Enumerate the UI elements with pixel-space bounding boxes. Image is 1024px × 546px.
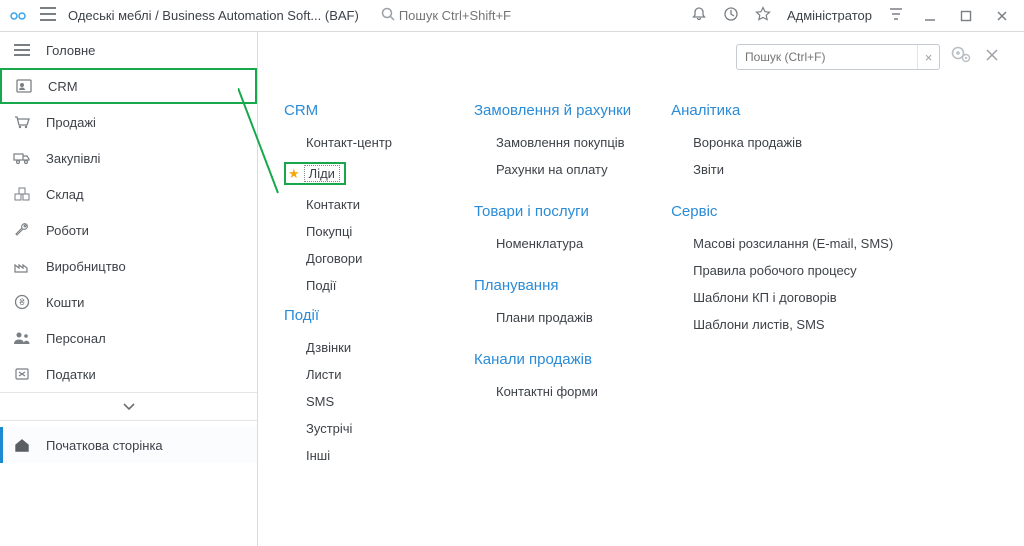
clear-search-button[interactable]: ×	[917, 45, 939, 69]
window-minimize-button[interactable]	[916, 6, 944, 26]
sidebar-item-crm[interactable]: CRM	[0, 68, 257, 104]
sidebar-item-purchase[interactable]: Закупівлі	[0, 140, 257, 176]
money-icon: ₴	[12, 294, 32, 310]
sidebar-item-label: Персонал	[46, 331, 106, 346]
menu-item-leads-wrapper: ★ Ліди	[284, 156, 434, 191]
crm-menu-panel: × CRM Контакт-центр ★ Ліди Контак	[258, 32, 1024, 546]
app-logo	[8, 8, 28, 24]
filter-icon[interactable]	[884, 7, 908, 24]
boxes-icon	[12, 187, 32, 201]
group-title-crm[interactable]: CRM	[284, 102, 434, 119]
menu-item-letter-templates[interactable]: Шаблони листів, SMS	[671, 311, 893, 338]
group-title-orders[interactable]: Замовлення й рахунки	[474, 102, 631, 119]
cart-icon	[12, 115, 32, 129]
sidebar-item-start-page[interactable]: Початкова сторінка	[0, 427, 257, 463]
home-menu-icon	[12, 43, 32, 57]
menu-item-leads[interactable]: ★ Ліди	[284, 162, 346, 185]
main-menu-icon[interactable]	[36, 5, 60, 26]
truck-icon	[12, 151, 32, 165]
group-title-events[interactable]: Події	[284, 307, 434, 324]
menu-item-contacts[interactable]: Контакти	[284, 191, 434, 218]
menu-columns: CRM Контакт-центр ★ Ліди Контакти Покупц…	[284, 94, 1002, 469]
titlebar-search[interactable]	[381, 7, 569, 24]
panel-toolbar: ×	[284, 44, 1002, 70]
gear-icon[interactable]	[948, 45, 974, 69]
sidebar-collapse-toggle[interactable]	[0, 392, 257, 421]
menu-item-sales-funnel[interactable]: Воронка продажів	[671, 129, 893, 156]
group-title-planning[interactable]: Планування	[474, 277, 631, 294]
user-label[interactable]: Адміністратор	[787, 8, 872, 23]
menu-item-contact-forms[interactable]: Контактні форми	[474, 378, 631, 405]
menu-item-contracts[interactable]: Договори	[284, 245, 434, 272]
menu-item-sales-plans[interactable]: Плани продажів	[474, 304, 631, 331]
menu-column-3: Аналітика Воронка продажів Звіти Сервіс …	[671, 94, 893, 469]
menu-item-customers[interactable]: Покупці	[284, 218, 434, 245]
star-icon[interactable]	[751, 6, 775, 25]
crm-icon	[14, 79, 34, 93]
factory-icon	[12, 259, 32, 273]
sidebar-item-manufacturing[interactable]: Виробництво	[0, 248, 257, 284]
sidebar-item-money[interactable]: ₴ Кошти	[0, 284, 257, 320]
menu-item-sms[interactable]: SMS	[284, 388, 434, 415]
titlebar: Одеські меблі / Business Automation Soft…	[0, 0, 1024, 32]
menu-item-other[interactable]: Інші	[284, 442, 434, 469]
search-icon	[381, 7, 395, 24]
panel-search-input[interactable]	[737, 50, 917, 64]
panel-search[interactable]: ×	[736, 44, 940, 70]
sidebar-item-label: Кошти	[46, 295, 84, 310]
menu-item-contact-center[interactable]: Контакт-центр	[284, 129, 434, 156]
menu-item-quote-templates[interactable]: Шаблони КП і договорів	[671, 284, 893, 311]
sidebar-item-label: Роботи	[46, 223, 89, 238]
sidebar-item-label: Початкова сторінка	[46, 438, 163, 453]
people-icon	[12, 331, 32, 345]
titlebar-search-input[interactable]	[399, 8, 569, 23]
menu-column-2: Замовлення й рахунки Замовлення покупців…	[474, 94, 631, 469]
menu-item-mass-mailing[interactable]: Масові розсилання (E-mail, SMS)	[671, 230, 893, 257]
group-title-channels[interactable]: Канали продажів	[474, 351, 631, 368]
tax-icon	[12, 367, 32, 381]
sidebar-item-label: Склад	[46, 187, 84, 202]
history-icon[interactable]	[719, 6, 743, 25]
menu-item-nomenclature[interactable]: Номенклатура	[474, 230, 631, 257]
close-panel-button[interactable]	[982, 48, 1002, 66]
sidebar-item-personnel[interactable]: Персонал	[0, 320, 257, 356]
app-title: Одеські меблі / Business Automation Soft…	[68, 8, 359, 23]
sidebar: Головне CRM Продажі Закупівлі Склад Робо…	[0, 32, 258, 546]
menu-item-reports[interactable]: Звіти	[671, 156, 893, 183]
window-maximize-button[interactable]	[952, 6, 980, 26]
home-icon	[12, 438, 32, 452]
sidebar-item-label: Головне	[46, 43, 95, 58]
menu-item-customer-orders[interactable]: Замовлення покупців	[474, 129, 631, 156]
sidebar-item-label: Закупівлі	[46, 151, 100, 166]
sidebar-item-label: CRM	[48, 79, 78, 94]
menu-column-1: CRM Контакт-центр ★ Ліди Контакти Покупц…	[284, 94, 434, 469]
menu-item-calls[interactable]: Дзвінки	[284, 334, 434, 361]
menu-item-invoices[interactable]: Рахунки на оплату	[474, 156, 631, 183]
favorite-star-icon: ★	[288, 166, 300, 182]
sidebar-item-label: Продажі	[46, 115, 96, 130]
sidebar-item-label: Виробництво	[46, 259, 126, 274]
group-title-service[interactable]: Сервіс	[671, 203, 893, 220]
sidebar-item-home[interactable]: Головне	[0, 32, 257, 68]
window-close-button[interactable]	[988, 6, 1016, 26]
menu-item-leads-label: Ліди	[304, 165, 340, 182]
menu-item-letters[interactable]: Листи	[284, 361, 434, 388]
sidebar-item-sales[interactable]: Продажі	[0, 104, 257, 140]
svg-text:₴: ₴	[19, 297, 24, 307]
group-title-goods[interactable]: Товари і послуги	[474, 203, 631, 220]
sidebar-item-label: Податки	[46, 367, 96, 382]
wrench-icon	[12, 222, 32, 238]
bell-icon[interactable]	[687, 6, 711, 25]
sidebar-item-warehouse[interactable]: Склад	[0, 176, 257, 212]
menu-item-meetings[interactable]: Зустрічі	[284, 415, 434, 442]
group-title-analytics[interactable]: Аналітика	[671, 102, 893, 119]
sidebar-item-works[interactable]: Роботи	[0, 212, 257, 248]
menu-item-events[interactable]: Події	[284, 272, 434, 299]
menu-item-workflow-rules[interactable]: Правила робочого процесу	[671, 257, 893, 284]
sidebar-item-taxes[interactable]: Податки	[0, 356, 257, 392]
